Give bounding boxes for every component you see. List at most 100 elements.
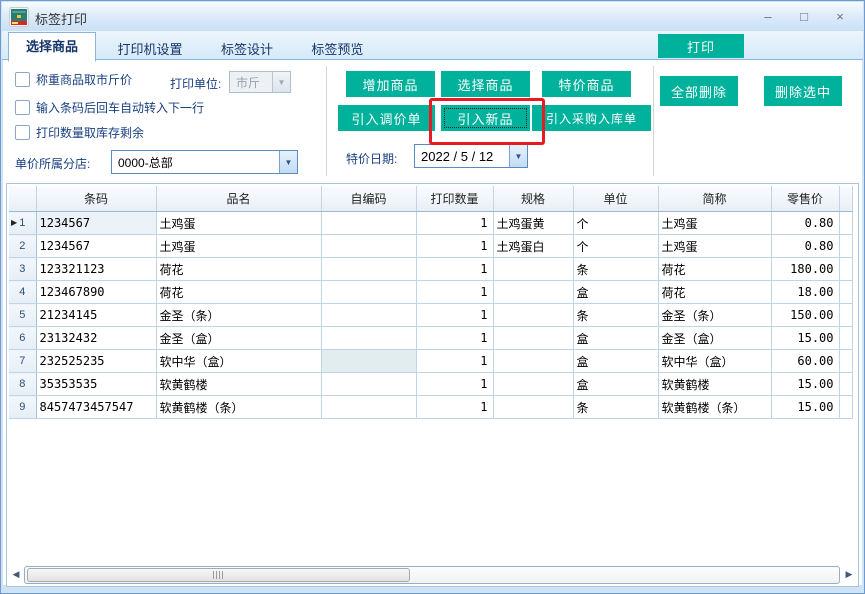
cell-name[interactable]: 荷花 xyxy=(156,258,321,281)
cell-name[interactable]: 荷花 xyxy=(156,281,321,304)
cell-qty[interactable]: 1 xyxy=(416,350,493,373)
row-header[interactable]: 4 xyxy=(9,281,36,304)
cell-unit[interactable]: 盒 xyxy=(573,281,658,304)
special-goods-button[interactable]: 特价商品 xyxy=(542,71,631,97)
print-button[interactable]: 打印 xyxy=(658,34,744,58)
cell-barcode[interactable]: 123467890 xyxy=(36,281,156,304)
cell-price[interactable]: 15.00 xyxy=(771,373,839,396)
cell-spec[interactable]: 土鸡蛋黄 xyxy=(493,212,573,235)
cell-name[interactable]: 金圣（条） xyxy=(156,304,321,327)
cell-spec[interactable] xyxy=(493,373,573,396)
tab-label-preview[interactable]: 标签预览 xyxy=(294,37,380,62)
cell-unit[interactable]: 条 xyxy=(573,304,658,327)
cell-self_code[interactable] xyxy=(321,396,416,419)
cell-qty[interactable]: 1 xyxy=(416,281,493,304)
add-goods-button[interactable]: 增加商品 xyxy=(346,71,435,97)
import-new-goods-button[interactable]: 引入新品 xyxy=(441,105,530,131)
cell-short_name[interactable]: 荷花 xyxy=(658,258,771,281)
cell-short_name[interactable]: 软中华（盒） xyxy=(658,350,771,373)
row-header[interactable]: 9 xyxy=(9,396,36,419)
cell-self_code[interactable] xyxy=(321,350,416,373)
col-header-spec[interactable]: 规格 xyxy=(493,186,573,212)
cell-name[interactable]: 土鸡蛋 xyxy=(156,235,321,258)
cell-unit[interactable]: 条 xyxy=(573,258,658,281)
cell-self_code[interactable] xyxy=(321,258,416,281)
cell-short_name[interactable]: 金圣（条） xyxy=(658,304,771,327)
cell-price[interactable]: 60.00 xyxy=(771,350,839,373)
row-header[interactable]: 8 xyxy=(9,373,36,396)
scroll-right-icon[interactable]: ▶ xyxy=(842,565,856,584)
maximize-icon[interactable]: □ xyxy=(795,8,813,25)
cell-short_name[interactable]: 金圣（盒） xyxy=(658,327,771,350)
scroll-left-icon[interactable]: ◀ xyxy=(9,565,23,584)
cell-barcode[interactable]: 1234567 xyxy=(36,212,156,235)
cell-barcode[interactable]: 232525235 xyxy=(36,350,156,373)
cell-price[interactable]: 0.80 xyxy=(771,212,839,235)
cell-unit[interactable]: 个 xyxy=(573,235,658,258)
cell-qty[interactable]: 1 xyxy=(416,258,493,281)
cell-name[interactable]: 软黄鹤楼 xyxy=(156,373,321,396)
cell-short_name[interactable]: 软黄鹤楼（条） xyxy=(658,396,771,419)
col-header-unit[interactable]: 单位 xyxy=(573,186,658,212)
cell-self_code[interactable] xyxy=(321,373,416,396)
cell-price[interactable]: 180.00 xyxy=(771,258,839,281)
col-header-name[interactable]: 品名 xyxy=(156,186,321,212)
tab-select-goods[interactable]: 选择商品 xyxy=(8,32,96,62)
cell-self_code[interactable] xyxy=(321,327,416,350)
cell-barcode[interactable]: 8457473457547 xyxy=(36,396,156,419)
choose-goods-button[interactable]: 选择商品 xyxy=(441,71,530,97)
row-header[interactable]: 3 xyxy=(9,258,36,281)
cell-name[interactable]: 软中华（盒） xyxy=(156,350,321,373)
tab-printer-settings[interactable]: 打印机设置 xyxy=(100,37,199,62)
cell-price[interactable]: 150.00 xyxy=(771,304,839,327)
cell-self_code[interactable] xyxy=(321,281,416,304)
cell-barcode[interactable]: 123321123 xyxy=(36,258,156,281)
horizontal-scrollbar[interactable]: ◀ ▶ xyxy=(9,565,856,584)
cell-unit[interactable]: 个 xyxy=(573,212,658,235)
chevron-down-icon[interactable]: ▼ xyxy=(279,151,297,173)
cell-short_name[interactable]: 土鸡蛋 xyxy=(658,212,771,235)
cell-name[interactable]: 软黄鹤楼（条） xyxy=(156,396,321,419)
col-header-price[interactable]: 零售价 xyxy=(771,186,839,212)
import-price-adjust-button[interactable]: 引入调价单 xyxy=(338,105,435,131)
cell-spec[interactable] xyxy=(493,304,573,327)
checkbox-weighed-price[interactable] xyxy=(15,72,30,87)
cell-spec[interactable]: 土鸡蛋白 xyxy=(493,235,573,258)
cell-barcode[interactable]: 35353535 xyxy=(36,373,156,396)
cell-spec[interactable] xyxy=(493,258,573,281)
cell-spec[interactable] xyxy=(493,350,573,373)
cell-name[interactable]: 土鸡蛋 xyxy=(156,212,321,235)
checkbox-qty-stock[interactable] xyxy=(15,125,30,140)
cell-price[interactable]: 0.80 xyxy=(771,235,839,258)
row-header[interactable]: 2 xyxy=(9,235,36,258)
cell-barcode[interactable]: 21234145 xyxy=(36,304,156,327)
cell-spec[interactable] xyxy=(493,327,573,350)
cell-short_name[interactable]: 土鸡蛋 xyxy=(658,235,771,258)
store-combobox[interactable]: 0000-总部 ▼ xyxy=(111,150,298,174)
cell-price[interactable]: 18.00 xyxy=(771,281,839,304)
delete-selected-button[interactable]: 删除选中 xyxy=(764,76,842,106)
cell-self_code[interactable] xyxy=(321,212,416,235)
row-header[interactable]: 6 xyxy=(9,327,36,350)
cell-price[interactable]: 15.00 xyxy=(771,396,839,419)
cell-short_name[interactable]: 软黄鹤楼 xyxy=(658,373,771,396)
row-header[interactable]: 7 xyxy=(9,350,36,373)
import-purchase-button[interactable]: 引入采购入库单 xyxy=(532,105,651,131)
special-date-picker[interactable]: 2022 / 5 / 12 ▼ xyxy=(414,144,528,168)
cell-barcode[interactable]: 23132432 xyxy=(36,327,156,350)
delete-all-button[interactable]: 全部删除 xyxy=(660,76,738,106)
cell-qty[interactable]: 1 xyxy=(416,373,493,396)
cell-unit[interactable]: 盒 xyxy=(573,350,658,373)
close-icon[interactable]: × xyxy=(831,8,849,25)
cell-unit[interactable]: 条 xyxy=(573,396,658,419)
cell-price[interactable]: 15.00 xyxy=(771,327,839,350)
row-header[interactable]: 5 xyxy=(9,304,36,327)
cell-spec[interactable] xyxy=(493,396,573,419)
cell-self_code[interactable] xyxy=(321,235,416,258)
cell-spec[interactable] xyxy=(493,281,573,304)
tab-label-design[interactable]: 标签设计 xyxy=(204,37,290,62)
cell-qty[interactable]: 1 xyxy=(416,304,493,327)
cell-qty[interactable]: 1 xyxy=(416,212,493,235)
col-header-selfcode[interactable]: 自编码 xyxy=(321,186,416,212)
row-header-corner[interactable] xyxy=(9,186,36,212)
